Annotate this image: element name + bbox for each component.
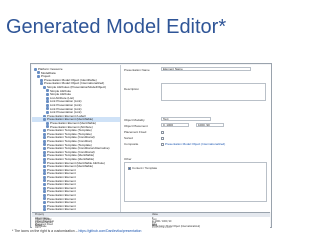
- composite-label: Composite: [124, 142, 139, 146]
- header-key: Property: [35, 213, 45, 216]
- type-field[interactable]: Text: [161, 117, 211, 121]
- type-label: Object Modality: [124, 118, 145, 122]
- footnote-text: * The icons on the right is a customizat…: [12, 229, 79, 233]
- sorted-checkbox[interactable]: [161, 136, 165, 140]
- property-row[interactable]: Other Content / Template: [32, 227, 270, 228]
- placement-y-field[interactable]: 1000, 90: [196, 123, 224, 127]
- placement-fixed-label: Placement Fixed: [124, 130, 147, 134]
- tree-node-icon: [43, 208, 46, 212]
- list-box[interactable]: Content / Template: [124, 162, 267, 202]
- header-value: Value: [152, 213, 158, 216]
- footnote: * The icons on the right is a customizat…: [12, 229, 141, 233]
- placement-fixed-checkbox[interactable]: [161, 130, 165, 134]
- detail-pane: Presentation Name Element Name Descripti…: [121, 65, 271, 212]
- placement-x-field[interactable]: 0, 1000: [161, 123, 189, 127]
- footnote-link[interactable]: https://github.com/Danilevika/presentati…: [78, 229, 141, 233]
- description-field[interactable]: [161, 83, 266, 101]
- slide-title: Generated Model Editor*: [6, 16, 227, 38]
- property-value: Content / Template: [152, 227, 172, 228]
- description-label: Description: [124, 87, 140, 91]
- composite-link[interactable]: Presentation Model Object (International…: [161, 142, 225, 146]
- placement-label: Object Placement: [124, 124, 148, 128]
- list-item[interactable]: Content / Template: [128, 166, 157, 170]
- tree-item-label: Presentation Element: [47, 207, 76, 212]
- composite-link-text[interactable]: Presentation Model Object (International…: [165, 142, 225, 146]
- sorted-label: Sorted: [124, 136, 133, 140]
- name-label: Presentation Name: [124, 68, 150, 72]
- editor-window: Platform:/resource ModelData Project Presen…: [30, 63, 272, 228]
- name-field[interactable]: Element Name: [161, 67, 251, 71]
- property-key: Other: [35, 227, 41, 228]
- model-tree[interactable]: Platform:/resource ModelData Project Presen…: [32, 65, 121, 212]
- properties-pane: Property Value Object Name T Object Modalit…: [32, 212, 270, 228]
- other-label: Other: [124, 157, 132, 161]
